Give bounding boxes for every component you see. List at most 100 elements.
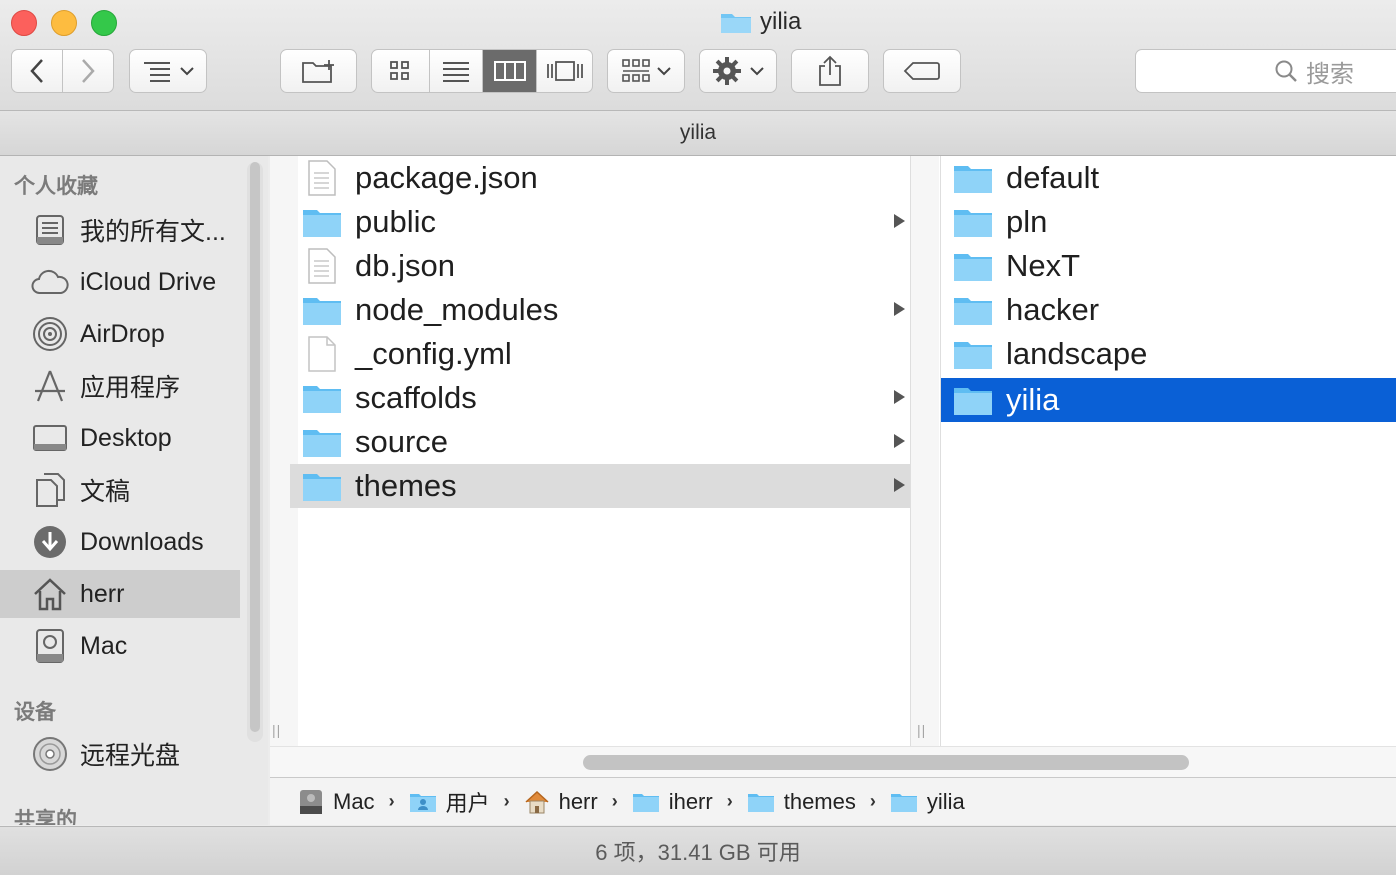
disclosure-arrow-icon (894, 434, 905, 448)
list-view-icon (443, 62, 470, 82)
tag-icon (903, 62, 940, 80)
folder-icon (303, 210, 341, 237)
back-forward-group (11, 49, 114, 93)
list-item[interactable]: themes (290, 464, 910, 508)
horizontal-scrollbar-thumb[interactable] (583, 755, 1189, 770)
cover-flow-button[interactable] (537, 50, 592, 92)
search-placeholder: 搜索 (1306, 60, 1354, 88)
sidebar-item-herr[interactable]: herr (0, 570, 240, 618)
group-button[interactable] (607, 49, 685, 93)
column-scroll-gutter: || (911, 156, 939, 746)
sidebar-item-label: Desktop (80, 423, 172, 452)
folder-icon (954, 254, 992, 281)
breadcrumb-item[interactable]: themes (747, 789, 856, 815)
home-icon (525, 790, 549, 813)
current-folder-title: yilia (0, 111, 1396, 156)
sidebar-item-downloads[interactable]: Downloads (0, 518, 240, 566)
item-name: source (355, 424, 449, 459)
documents-icon (36, 473, 65, 507)
tag-button[interactable] (883, 49, 961, 93)
sidebar-scrollbar-thumb[interactable] (250, 162, 260, 732)
forward-button[interactable] (63, 50, 113, 92)
list-item[interactable]: public (290, 200, 910, 244)
item-name: pln (1006, 204, 1048, 239)
folder-icon (954, 298, 992, 325)
disk-icon (300, 789, 322, 814)
search-field[interactable]: 搜索 (1135, 49, 1396, 93)
sidebar-item-label: 远程光盘 (80, 742, 181, 770)
breadcrumb-item[interactable]: herr (524, 789, 598, 815)
folder-icon (954, 166, 992, 193)
list-view-button[interactable] (430, 50, 484, 92)
sidebar-item-label: AirDrop (80, 319, 165, 348)
share-button[interactable] (791, 49, 869, 93)
list-item[interactable]: _config.yml (290, 332, 910, 376)
list-item[interactable]: node_modules (290, 288, 910, 332)
item-name: default (1006, 160, 1100, 195)
back-button[interactable] (12, 50, 64, 92)
item-name: db.json (355, 248, 455, 283)
close-window-button[interactable] (11, 10, 37, 36)
folder-icon (721, 14, 751, 33)
horizontal-scrollbar[interactable] (270, 746, 1396, 777)
sidebar-item-label: 应用程序 (80, 374, 181, 402)
zoom-window-button[interactable] (91, 10, 117, 36)
action-button[interactable] (699, 49, 777, 93)
list-item[interactable]: pln (941, 200, 1396, 244)
column-resize-handle[interactable]: || (917, 722, 926, 738)
sidebar-item-documents[interactable]: 文稿 (0, 466, 240, 514)
list-item[interactable]: NexT (941, 244, 1396, 288)
sidebar-heading-favorites: 个人收藏 (14, 175, 98, 198)
list-item[interactable]: package.json (290, 156, 910, 200)
minimize-window-button[interactable] (51, 10, 77, 36)
list-item[interactable]: landscape (941, 332, 1396, 376)
sidebar-item-airdrop[interactable]: AirDrop (0, 310, 240, 358)
arrange-button[interactable] (129, 49, 207, 93)
column-resize-handle[interactable]: || (272, 722, 281, 738)
list-item[interactable]: yilia (941, 378, 1396, 422)
item-name: landscape (1006, 336, 1148, 371)
downloads-icon (34, 526, 66, 558)
icon-view-button[interactable] (372, 50, 430, 92)
column-iherr: package.json public db.json node_modules… (270, 156, 911, 746)
sidebar-item-applications[interactable]: 应用程序 (0, 362, 240, 410)
list-item[interactable]: hacker (941, 288, 1396, 332)
folder-icon (303, 298, 341, 325)
folder-icon (954, 210, 992, 237)
list-item[interactable]: source (290, 420, 910, 464)
sidebar-heading-shared: 共享的 (14, 809, 77, 825)
folder-icon (632, 793, 659, 812)
breadcrumb-label: herr (558, 788, 598, 814)
folder-icon (303, 474, 341, 501)
list-item[interactable]: db.json (290, 244, 910, 288)
sidebar-item-desktop[interactable]: Desktop (0, 414, 240, 462)
chevron-right-icon (82, 59, 95, 83)
folder-icon (954, 388, 992, 415)
breadcrumb-item[interactable]: iherr (632, 789, 713, 815)
list-item[interactable]: default (941, 156, 1396, 200)
breadcrumb-item[interactable]: Mac (298, 788, 375, 816)
sidebar-heading-devices: 设备 (14, 701, 56, 724)
folder-icon (303, 430, 341, 457)
column-view-icon (493, 61, 526, 81)
new-folder-button[interactable] (280, 49, 357, 93)
sidebar-item-icloud-drive[interactable]: iCloud Drive (0, 258, 240, 306)
breadcrumb-item[interactable]: 用户 (409, 786, 490, 818)
list-item[interactable]: scaffolds (290, 376, 910, 420)
sidebar-item-mac[interactable]: Mac (0, 622, 240, 670)
sidebar-scrollbar[interactable] (247, 162, 263, 742)
view-mode-group (371, 49, 593, 93)
status-text: 6 项，31.41 GB 可用 (595, 840, 801, 865)
breadcrumb-label: themes (783, 788, 856, 814)
item-name: _config.yml (355, 336, 512, 371)
airdrop-icon (33, 317, 67, 351)
column-view-button[interactable] (483, 50, 538, 92)
breadcrumb-separator-icon: › (869, 791, 876, 811)
folder-icon (954, 342, 992, 369)
sidebar-item-label: Downloads (80, 527, 204, 556)
item-name: package.json (355, 160, 538, 195)
sidebar-item-all-files[interactable]: 我的所有文... (0, 206, 240, 254)
sidebar-item-remote-disc[interactable]: 远程光盘 (0, 730, 240, 778)
breadcrumb-item[interactable]: yilia (890, 789, 965, 815)
sidebar-item-label: herr (80, 579, 125, 608)
